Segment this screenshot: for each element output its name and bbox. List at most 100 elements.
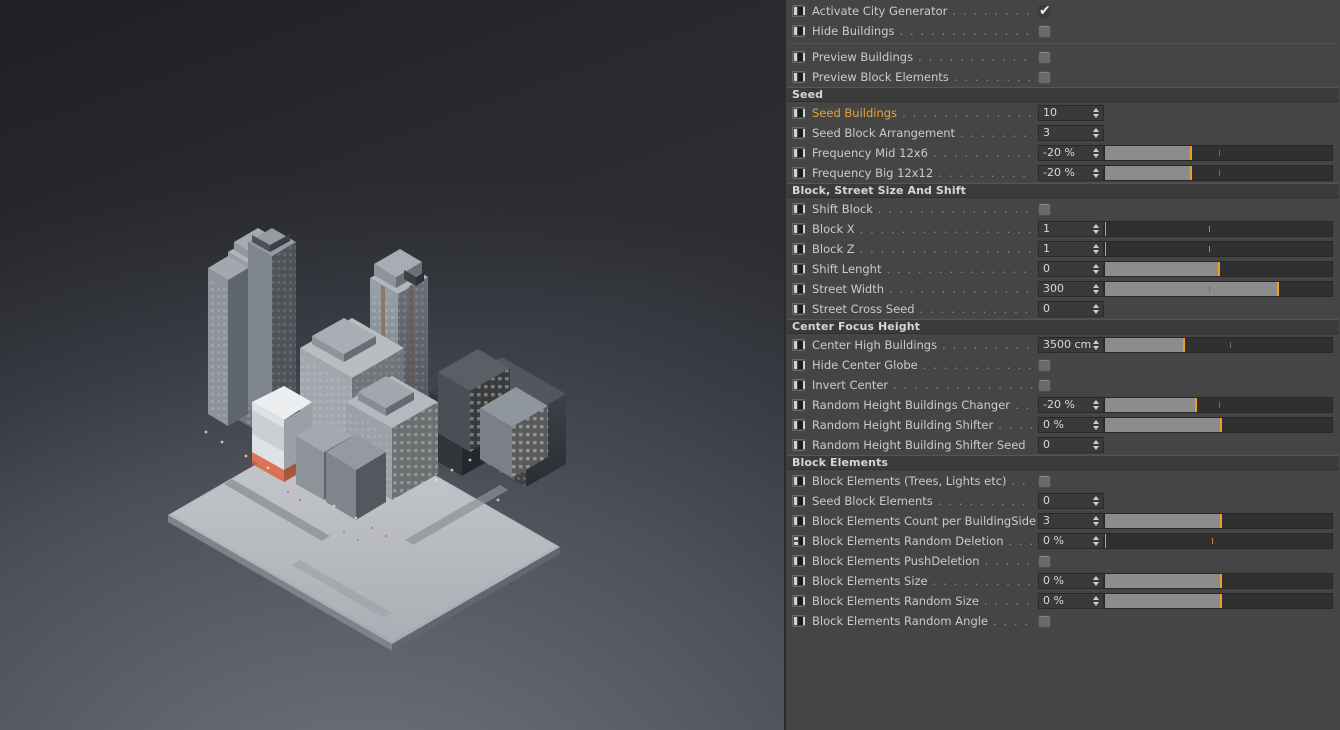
spinner-frequency-big-12x12[interactable]: [1093, 167, 1100, 180]
checkbox-hide-center-globe[interactable]: [1038, 358, 1051, 372]
slider-block-elements-random-deletion[interactable]: [1104, 533, 1333, 549]
checkbox-shift-block[interactable]: [1038, 202, 1051, 216]
slider-knob-random-height-buildings-changer[interactable]: [1194, 398, 1197, 412]
value-field-street-width[interactable]: 300: [1038, 281, 1104, 297]
spinner-seed-block-elements[interactable]: [1093, 495, 1100, 508]
value-field-frequency-mid-12x6[interactable]: -20 %: [1038, 145, 1104, 161]
param-row-block-elements-pushdeletion: Block Elements PushDeletion . . . . . . .…: [786, 551, 1340, 571]
slider-block-elements-random-size[interactable]: [1104, 593, 1333, 609]
slider-knob-block-elements-size[interactable]: [1219, 574, 1222, 588]
param-label-center-high-buildings: Center High Buildings: [812, 338, 938, 352]
value-field-block-elements-random-size[interactable]: 0 %: [1038, 593, 1104, 609]
checkbox-block-elements-pushdeletion[interactable]: [1038, 554, 1051, 568]
spinner-center-high-buildings[interactable]: [1093, 339, 1100, 352]
checkbox-preview-block-elements[interactable]: [1038, 70, 1051, 84]
slider-knob-street-width[interactable]: [1276, 282, 1279, 296]
value-field-frequency-big-12x12[interactable]: -20 %: [1038, 165, 1104, 181]
slider-random-height-building-shifter[interactable]: [1104, 417, 1333, 433]
value-field-block-elements-size[interactable]: 0 %: [1038, 573, 1104, 589]
value-field-center-high-buildings[interactable]: 3500 cm: [1038, 337, 1104, 353]
value-field-random-height-building-shifter-seed[interactable]: 0: [1038, 437, 1104, 453]
slider-street-width[interactable]: [1104, 281, 1333, 297]
param-label-preview-buildings: Preview Buildings: [812, 50, 914, 64]
checkbox-invert-center[interactable]: [1038, 378, 1051, 392]
value-field-seed-block-elements[interactable]: 0: [1038, 493, 1104, 509]
3d-viewport[interactable]: [0, 0, 784, 730]
param-row-seed-block-arrangement: Seed Block Arrangement . . . . . . . . . …: [786, 123, 1340, 143]
param-row-block-elements-random-deletion: Block Elements Random Deletion . . . . . 0…: [786, 531, 1340, 551]
param-row-random-height-building-shifter-seed: Random Height Building Shifter Seed 0: [786, 435, 1340, 455]
slider-tick-random-height-buildings-changer: [1218, 402, 1220, 408]
slider-knob-center-high-buildings[interactable]: [1183, 338, 1186, 352]
slider-block-elements-count-per-buildingside[interactable]: [1104, 513, 1333, 529]
section-divider: [788, 43, 1338, 44]
slider-knob-block-elements-count-per-buildingside[interactable]: [1219, 514, 1222, 528]
slider-knob-frequency-mid-12x6[interactable]: [1190, 146, 1193, 160]
spinner-seed-buildings[interactable]: [1093, 107, 1100, 120]
slider-knob-block-elements-random-deletion[interactable]: [1105, 534, 1106, 548]
param-row-shift-block: Shift Block . . . . . . . . . . . . . . .…: [786, 199, 1340, 219]
spinner-seed-block-arrangement[interactable]: [1093, 127, 1100, 140]
value-field-block-x[interactable]: 1: [1038, 221, 1104, 237]
slider-knob-frequency-big-12x12[interactable]: [1190, 166, 1193, 180]
param-dots-block-elements-random-angle: . . . . . . . . .: [993, 614, 1034, 628]
spinner-street-cross-seed[interactable]: [1093, 303, 1100, 316]
slider-frequency-big-12x12[interactable]: [1104, 165, 1333, 181]
slider-knob-block-x[interactable]: [1105, 222, 1106, 236]
spinner-random-height-building-shifter-seed[interactable]: [1093, 439, 1100, 452]
param-label-shift-lenght: Shift Lenght: [812, 262, 882, 276]
param-label-hide-buildings: Hide Buildings: [812, 24, 895, 38]
slider-fill-shift-lenght: [1105, 262, 1219, 276]
value-text-seed-block-arrangement: 3: [1043, 126, 1050, 139]
slider-shift-lenght[interactable]: [1104, 261, 1333, 277]
value-field-random-height-buildings-changer[interactable]: -20 %: [1038, 397, 1104, 413]
slider-knob-block-elements-random-size[interactable]: [1219, 594, 1222, 608]
value-text-street-width: 300: [1043, 282, 1064, 295]
spinner-block-elements-random-size[interactable]: [1093, 595, 1100, 608]
param-row-hide-buildings: Hide Buildings . . . . . . . . . . . . . …: [786, 21, 1340, 41]
param-row-frequency-mid-12x6: Frequency Mid 12x6 . . . . . . . . . . . …: [786, 143, 1340, 163]
param-label-wrap-seed-block-arrangement: Seed Block Arrangement . . . . . . . . . …: [812, 126, 1038, 140]
param-label-wrap-block-elements-size: Block Elements Size . . . . . . . . . . .…: [812, 574, 1038, 588]
port-icon: [792, 475, 805, 487]
port-icon: [792, 263, 805, 275]
value-field-shift-lenght[interactable]: 0: [1038, 261, 1104, 277]
slider-knob-block-z[interactable]: [1105, 242, 1106, 256]
param-dots-frequency-big-12x12: . . . . . . . . . . . . . .: [938, 166, 1034, 180]
spinner-frequency-mid-12x6[interactable]: [1093, 147, 1100, 160]
slider-knob-shift-lenght[interactable]: [1217, 262, 1220, 276]
value-field-seed-block-arrangement[interactable]: 3: [1038, 125, 1104, 141]
param-row-block-elements-count-per-buildingside: Block Elements Count per BuildingSide 3: [786, 511, 1340, 531]
spinner-shift-lenght[interactable]: [1093, 263, 1100, 276]
checkbox-hide-buildings[interactable]: [1038, 24, 1051, 38]
checkbox-block-elements-random-angle[interactable]: [1038, 614, 1051, 628]
spinner-block-elements-random-deletion[interactable]: [1093, 535, 1100, 548]
slider-block-x[interactable]: [1104, 221, 1333, 237]
slider-knob-random-height-building-shifter[interactable]: [1219, 418, 1222, 432]
param-dots-street-cross-seed: . . . . . . . . . . . . . . . . .: [919, 302, 1034, 316]
slider-center-high-buildings[interactable]: [1104, 337, 1333, 353]
spinner-street-width[interactable]: [1093, 283, 1100, 296]
slider-random-height-buildings-changer[interactable]: [1104, 397, 1333, 413]
slider-frequency-mid-12x6[interactable]: [1104, 145, 1333, 161]
spinner-random-height-building-shifter[interactable]: [1093, 419, 1100, 432]
value-field-block-elements-random-deletion[interactable]: 0 %: [1038, 533, 1104, 549]
checkbox-block-elements-trees-lights-etc[interactable]: [1038, 474, 1051, 488]
checkbox-preview-buildings[interactable]: [1038, 50, 1051, 64]
spinner-block-elements-count-per-buildingside[interactable]: [1093, 515, 1100, 528]
value-field-seed-buildings[interactable]: 10: [1038, 105, 1104, 121]
spinner-random-height-buildings-changer[interactable]: [1093, 399, 1100, 412]
attribute-panel: Activate City Generator . . . . . . . . .…: [786, 0, 1340, 730]
spinner-block-z[interactable]: [1093, 243, 1100, 256]
value-field-random-height-building-shifter[interactable]: 0 %: [1038, 417, 1104, 433]
spinner-block-elements-size[interactable]: [1093, 575, 1100, 588]
value-field-block-elements-count-per-buildingside[interactable]: 3: [1038, 513, 1104, 529]
slider-block-z[interactable]: [1104, 241, 1333, 257]
checkbox-activate-city-generator[interactable]: [1038, 3, 1051, 19]
slider-block-elements-size[interactable]: [1104, 573, 1333, 589]
param-label-seed-buildings: Seed Buildings: [812, 106, 898, 120]
spinner-block-x[interactable]: [1093, 223, 1100, 236]
param-label-preview-block-elements: Preview Block Elements: [812, 70, 949, 84]
value-field-block-z[interactable]: 1: [1038, 241, 1104, 257]
value-field-street-cross-seed[interactable]: 0: [1038, 301, 1104, 317]
